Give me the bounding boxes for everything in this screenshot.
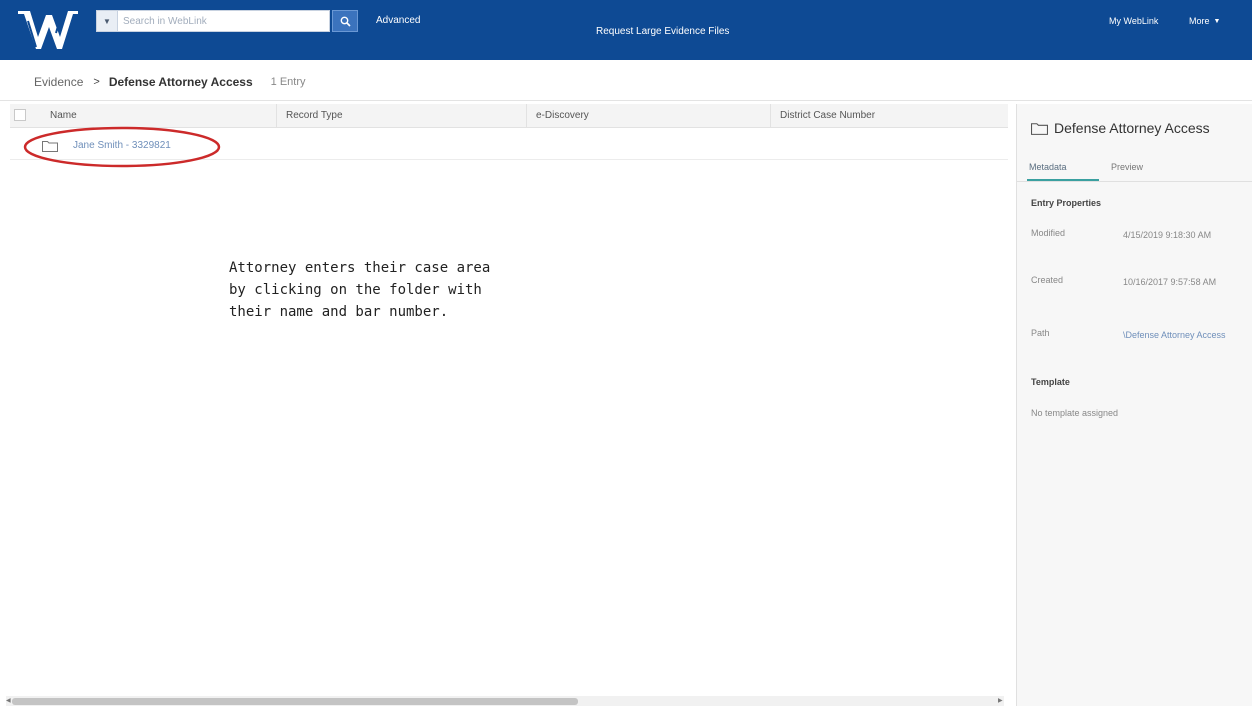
entry-count: 1 Entry [270, 76, 306, 88]
request-large-files-link[interactable]: Request Large Evidence Files [596, 26, 729, 37]
active-tab-indicator [1027, 179, 1099, 181]
annotation-line: Attorney enters their case area [229, 260, 491, 276]
search-icon [340, 16, 351, 27]
column-header-district-case-number[interactable]: District Case Number [780, 110, 875, 121]
property-label-created: Created [1031, 275, 1064, 285]
panel-tabs: Metadata Preview [1017, 156, 1252, 182]
property-value-modified: 4/15/2019 9:18:30 AM [1123, 230, 1212, 240]
scroll-right-arrow-icon[interactable]: ▶ [998, 697, 1003, 704]
search-input[interactable] [118, 10, 330, 32]
metadata-panel: Defense Attorney Access Metadata Preview… [1016, 104, 1252, 706]
chevron-down-icon: ▼ [103, 16, 111, 26]
tab-metadata[interactable]: Metadata [1029, 162, 1067, 172]
highlight-circle [23, 126, 221, 168]
weblink-logo[interactable] [16, 7, 80, 53]
column-resize-handle[interactable] [526, 104, 527, 128]
breadcrumb-evidence[interactable]: Evidence [34, 75, 83, 89]
property-value-path-link[interactable]: \Defense Attorney Access [1123, 328, 1241, 342]
property-label-modified: Modified [1031, 228, 1066, 238]
advanced-search-link[interactable]: Advanced [376, 15, 420, 26]
breadcrumb: Evidence > Defense Attorney Access 1 Ent… [34, 75, 306, 89]
my-weblink-link[interactable]: My WebLink [1109, 16, 1158, 26]
column-header-name[interactable]: Name [50, 110, 77, 121]
divider [0, 100, 1252, 101]
breadcrumb-current-folder: Defense Attorney Access [108, 75, 253, 89]
entry-properties-heading: Entry Properties [1031, 198, 1102, 208]
top-navigation-bar: ▼ Advanced Request Large Evidence Files … [0, 0, 1252, 60]
template-value: No template assigned [1031, 408, 1119, 418]
more-menu[interactable]: More ▼ [1189, 16, 1220, 26]
scrollbar-thumb[interactable] [12, 698, 578, 705]
tab-preview[interactable]: Preview [1111, 162, 1143, 172]
select-all-checkbox[interactable] [14, 109, 26, 121]
annotation-line: their name and bar number. [229, 304, 449, 320]
column-header-record-type[interactable]: Record Type [286, 110, 343, 121]
panel-title-text: Defense Attorney Access [1054, 120, 1210, 136]
panel-title: Defense Attorney Access [1031, 120, 1210, 136]
annotation-line: by clicking on the folder with [229, 282, 482, 298]
folder-icon [1031, 122, 1048, 135]
more-menu-label: More [1189, 16, 1210, 26]
property-value-created: 10/16/2017 9:57:58 AM [1123, 277, 1217, 287]
template-heading: Template [1031, 377, 1070, 387]
chevron-down-icon: ▼ [1213, 17, 1221, 25]
chevron-right-icon: > [93, 76, 100, 88]
column-header-e-discovery[interactable]: e-Discovery [536, 110, 589, 121]
column-resize-handle[interactable] [770, 104, 771, 128]
search-scope-dropdown[interactable]: ▼ [96, 10, 118, 32]
property-label-path: Path [1031, 328, 1050, 338]
instruction-annotation: Attorney enters their case area by click… [229, 257, 529, 323]
scroll-left-arrow-icon[interactable]: ◀ [6, 697, 11, 704]
search-bar: ▼ [96, 10, 358, 32]
column-resize-handle[interactable] [276, 104, 277, 128]
search-button[interactable] [332, 10, 358, 32]
